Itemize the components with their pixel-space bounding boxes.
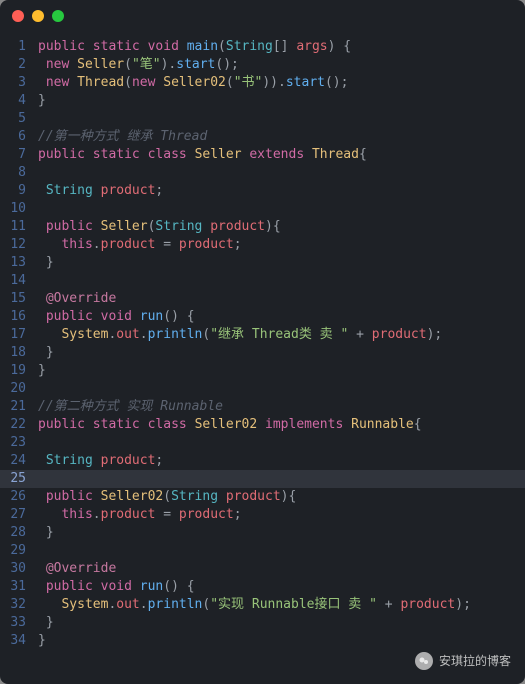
line-number: 1 — [0, 38, 34, 56]
code-line: } — [34, 92, 525, 110]
code-line: } — [34, 344, 525, 362]
code-line: public static void main(String[] args) { — [34, 38, 525, 56]
line-number: 22 — [0, 416, 34, 434]
code-line: public Seller(String product){ — [34, 218, 525, 236]
line-number: 9 — [0, 182, 34, 200]
code-line: } — [34, 614, 525, 632]
line-number: 30 — [0, 560, 34, 578]
line-number: 3 — [0, 74, 34, 92]
code-line — [34, 542, 525, 560]
code-line: new Seller("笔").start(); — [34, 56, 525, 74]
line-number: 34 — [0, 632, 34, 650]
code-line: this.product = product; — [34, 506, 525, 524]
code-line — [34, 200, 525, 218]
watermark: 安琪拉的博客 — [415, 652, 511, 670]
line-number: 6 — [0, 128, 34, 146]
watermark-text: 安琪拉的博客 — [439, 652, 511, 670]
code-line — [34, 164, 525, 182]
code-line: public static class Seller extends Threa… — [34, 146, 525, 164]
editor-window: 1234567891011121314151617181920212223242… — [0, 0, 525, 684]
code-line: //第二种方式 实现 Runnable — [34, 398, 525, 416]
zoom-icon[interactable] — [52, 10, 64, 22]
code-line: String product; — [34, 452, 525, 470]
code-line: @Override — [34, 560, 525, 578]
code-line: public void run() { — [34, 578, 525, 596]
line-number: 25 — [0, 470, 34, 488]
line-number: 12 — [0, 236, 34, 254]
code-content[interactable]: public static void main(String[] args) {… — [34, 38, 525, 650]
code-line — [34, 434, 525, 452]
code-line: } — [34, 254, 525, 272]
line-number: 8 — [0, 164, 34, 182]
line-number: 23 — [0, 434, 34, 452]
code-line — [34, 272, 525, 290]
code-line: public static class Seller02 implements … — [34, 416, 525, 434]
code-line: } — [34, 632, 525, 650]
code-line — [34, 110, 525, 128]
code-line: @Override — [34, 290, 525, 308]
line-number: 31 — [0, 578, 34, 596]
code-line: public void run() { — [34, 308, 525, 326]
line-number: 33 — [0, 614, 34, 632]
line-number: 4 — [0, 92, 34, 110]
code-area: 1234567891011121314151617181920212223242… — [0, 32, 525, 650]
wechat-icon — [415, 652, 433, 670]
line-number: 13 — [0, 254, 34, 272]
code-line: } — [34, 362, 525, 380]
code-line — [34, 470, 525, 488]
line-number-gutter: 1234567891011121314151617181920212223242… — [0, 38, 34, 650]
line-number: 14 — [0, 272, 34, 290]
line-number: 18 — [0, 344, 34, 362]
line-number: 24 — [0, 452, 34, 470]
line-number: 2 — [0, 56, 34, 74]
code-line: this.product = product; — [34, 236, 525, 254]
code-line: System.out.println("继承 Thread类 卖 " + pro… — [34, 326, 525, 344]
line-number: 15 — [0, 290, 34, 308]
code-line: public Seller02(String product){ — [34, 488, 525, 506]
line-number: 19 — [0, 362, 34, 380]
line-number: 32 — [0, 596, 34, 614]
line-number: 26 — [0, 488, 34, 506]
window-titlebar — [0, 0, 525, 32]
line-number: 21 — [0, 398, 34, 416]
code-line: new Thread(new Seller02("书")).start(); — [34, 74, 525, 92]
line-number: 28 — [0, 524, 34, 542]
line-number: 27 — [0, 506, 34, 524]
line-number: 5 — [0, 110, 34, 128]
line-number: 16 — [0, 308, 34, 326]
code-line: String product; — [34, 182, 525, 200]
line-number: 11 — [0, 218, 34, 236]
code-line — [34, 380, 525, 398]
code-line: } — [34, 524, 525, 542]
code-line: //第一种方式 继承 Thread — [34, 128, 525, 146]
close-icon[interactable] — [12, 10, 24, 22]
line-number: 17 — [0, 326, 34, 344]
line-number: 7 — [0, 146, 34, 164]
line-number: 29 — [0, 542, 34, 560]
minimize-icon[interactable] — [32, 10, 44, 22]
line-number: 20 — [0, 380, 34, 398]
line-number: 10 — [0, 200, 34, 218]
code-line: System.out.println("实现 Runnable接口 卖 " + … — [34, 596, 525, 614]
